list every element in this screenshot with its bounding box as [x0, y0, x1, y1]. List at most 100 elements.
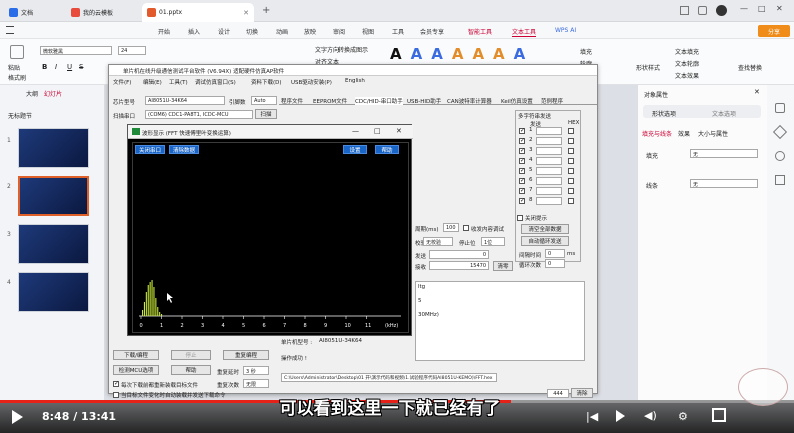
menu-transition[interactable]: 切换 — [246, 27, 258, 36]
hex-checkbox[interactable] — [568, 148, 574, 154]
menu-slideshow[interactable]: 放映 — [304, 27, 316, 36]
scan-button[interactable]: 扫描 — [255, 109, 277, 119]
text-style-gallery[interactable]: AAAAAAA — [390, 45, 525, 63]
window-icon[interactable] — [698, 6, 707, 15]
check-mcu-button[interactable]: 检测MCU选项 — [113, 365, 159, 375]
italic-button[interactable]: I — [55, 63, 57, 71]
menu-tools[interactable]: 工具(T) — [169, 78, 188, 86]
font-name-select[interactable]: 微软雅黑 — [40, 46, 112, 55]
send-checkbox[interactable] — [519, 157, 525, 164]
play-icon[interactable] — [12, 410, 23, 424]
send-string-input[interactable] — [536, 197, 562, 205]
menu-home[interactable]: 开始 — [158, 27, 170, 36]
send-string-input[interactable] — [536, 127, 562, 135]
fullscreen-icon[interactable] — [712, 408, 726, 422]
tab-pptx[interactable]: 01.pptx ✕ — [142, 3, 254, 22]
avatar[interactable] — [716, 5, 727, 16]
send-checkbox[interactable] — [519, 197, 525, 204]
pin-select[interactable]: Auto — [251, 96, 277, 105]
send-checkbox[interactable] — [519, 177, 525, 184]
send-string-input[interactable] — [536, 177, 562, 185]
fft-minimize-button[interactable]: — — [352, 127, 359, 135]
next-icon[interactable] — [616, 410, 625, 422]
menu-usb[interactable]: USB驱动安装(P) — [291, 78, 332, 86]
tab-can[interactable]: CAN波特率计算器 — [447, 97, 492, 105]
recv-debug-checkbox[interactable] — [463, 225, 469, 231]
tab-outline[interactable]: 大纲 — [26, 89, 38, 98]
settings-icon[interactable] — [775, 175, 785, 185]
font-size-select[interactable]: 24 — [118, 46, 146, 55]
mcu-select[interactable]: AI8051U-34K64 — [145, 96, 225, 105]
tab-usb-hid[interactable]: USB-HID助手 — [407, 97, 441, 105]
menu-english[interactable]: English — [345, 78, 365, 84]
layout-icon[interactable] — [680, 6, 689, 15]
fill-button[interactable]: 填充 — [580, 47, 592, 56]
tab-keil[interactable]: Keil仿真设置 — [501, 97, 533, 105]
hamburger-icon[interactable] — [6, 26, 14, 34]
interval-input[interactable]: 0 — [545, 249, 565, 258]
slide-thumbnail-selected[interactable] — [18, 176, 89, 216]
tab-documents[interactable]: 文档 — [4, 3, 64, 22]
send-checkbox[interactable] — [519, 167, 525, 174]
menu-review[interactable]: 审阅 — [333, 27, 345, 36]
text-effect-button[interactable]: 文本效果 — [675, 71, 699, 80]
stop-select[interactable]: 1位 — [481, 237, 505, 246]
parity-select[interactable]: 无校验 — [423, 237, 453, 246]
paste-icon[interactable] — [10, 45, 24, 59]
bold-button[interactable]: B — [42, 63, 47, 71]
fill-select[interactable]: 无 — [690, 149, 758, 158]
send-string-input[interactable] — [536, 157, 562, 165]
menu-animation[interactable]: 动画 — [276, 27, 288, 36]
close-panel-icon[interactable]: ✕ — [754, 88, 760, 96]
menu-edit[interactable]: 编辑(E) — [143, 78, 162, 86]
send-checkbox[interactable] — [519, 147, 525, 154]
loop-count-input[interactable]: 0 — [545, 259, 565, 268]
hex-checkbox[interactable] — [568, 178, 574, 184]
line-select[interactable]: 无 — [690, 179, 758, 188]
subtab-fill-line[interactable]: 填充与线条 — [642, 129, 672, 138]
settings-icon[interactable]: ⚙ — [678, 410, 688, 423]
menu-insert[interactable]: 插入 — [188, 27, 200, 36]
text-outline-button[interactable]: 文本轮廓 — [675, 59, 699, 68]
stop-button[interactable]: 停止 — [171, 350, 211, 360]
slide-thumbnail[interactable] — [18, 224, 89, 264]
slide-thumbnail[interactable] — [18, 128, 89, 168]
tab-templates[interactable]: 我的云模板 — [66, 3, 140, 22]
menu-smart-tools[interactable]: 智能工具 — [468, 27, 492, 36]
clear-all-button[interactable]: 清空全部数据 — [521, 224, 569, 234]
send-string-input[interactable] — [536, 147, 562, 155]
subtab-effect[interactable]: 效果 — [678, 129, 690, 138]
strike-button[interactable]: S — [79, 63, 83, 71]
slide-thumbnail[interactable] — [18, 272, 89, 312]
auto-send-checkbox[interactable] — [113, 392, 119, 398]
volume-icon[interactable]: ◀) — [644, 409, 657, 422]
menu-file[interactable]: 文件(F) — [113, 78, 131, 86]
prev-icon[interactable]: |◀ — [586, 410, 598, 423]
close-prompt-checkbox[interactable] — [517, 215, 523, 221]
wps-ai-button[interactable]: WPS AI — [555, 27, 576, 34]
menu-view[interactable]: 视图 — [362, 27, 374, 36]
text-fill-button[interactable]: 文本填充 — [675, 47, 699, 56]
shape-style-button[interactable]: 形状样式 — [636, 63, 660, 72]
fft-close-button[interactable]: ✕ — [396, 127, 402, 135]
format-painter-label[interactable]: 格式刷 — [8, 73, 26, 82]
hex-checkbox[interactable] — [568, 158, 574, 164]
tab-program[interactable]: 程序文件 — [281, 97, 303, 105]
menu-design[interactable]: 设计 — [218, 27, 230, 36]
tab-examples[interactable]: 范例程序 — [541, 97, 563, 105]
minimize-button[interactable]: — — [740, 4, 748, 13]
section-title[interactable]: 无标题节 — [8, 111, 32, 120]
menu-member[interactable]: 会员专享 — [420, 27, 444, 36]
find-replace-button[interactable]: 查找替换 — [738, 63, 762, 72]
hex-checkbox[interactable] — [568, 198, 574, 204]
tab-eeprom[interactable]: EEPROM文件 — [313, 97, 347, 105]
subtab-size[interactable]: 大小与属性 — [698, 129, 728, 138]
reload-checkbox[interactable] — [113, 380, 119, 387]
maximize-button[interactable]: □ — [758, 4, 766, 13]
download-button[interactable]: 下载/编程 — [113, 350, 159, 360]
send-checkbox[interactable] — [519, 127, 525, 134]
repeat-count-select[interactable]: 无限 — [243, 379, 269, 388]
tab-slides[interactable]: 幻灯片 — [44, 89, 62, 98]
hex-checkbox[interactable] — [568, 138, 574, 144]
underline-button[interactable]: U — [67, 63, 72, 71]
